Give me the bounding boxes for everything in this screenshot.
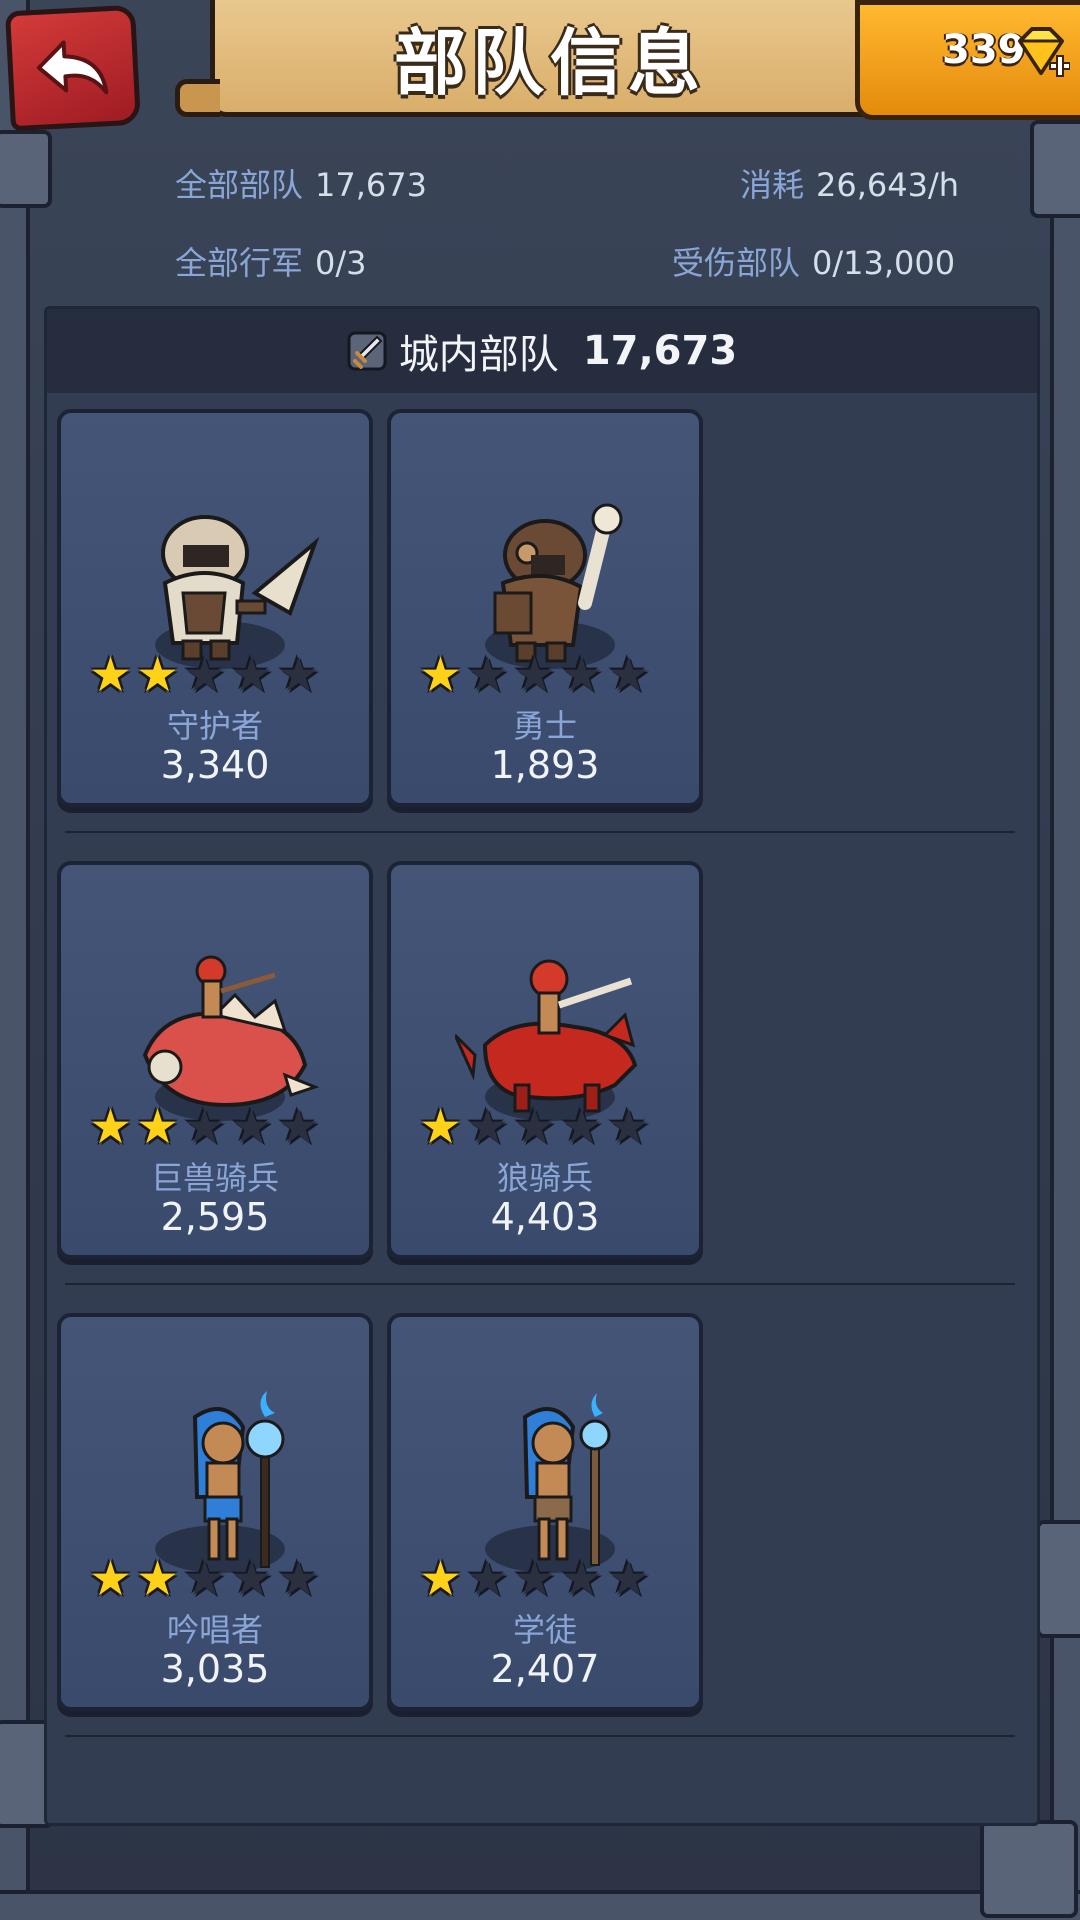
stat-label: 消耗 (740, 166, 805, 204)
stat-value: 26,643/h (816, 166, 960, 204)
star-filled-icon: ★ (89, 1099, 133, 1155)
star-empty-icon: ★ (466, 647, 510, 703)
star-empty-icon: ★ (607, 1099, 651, 1155)
gem-counter[interactable]: 339 (855, 0, 1080, 120)
star-filled-icon: ★ (419, 647, 463, 703)
frame-edge-left (0, 0, 30, 1920)
panel-count: 17,673 (582, 328, 738, 374)
unit-card-guardian[interactable]: ★ ★ ★ ★ ★ 守护者 3,340 (57, 409, 373, 807)
star-empty-icon: ★ (513, 1551, 557, 1607)
unit-name: 守护者 (166, 707, 263, 745)
frame-rock (0, 130, 52, 208)
unit-card-apprentice[interactable]: ★ ★ ★ ★ ★ 学徒 2,407 (387, 1313, 703, 1711)
title-banner: 部队信息 (175, 0, 925, 117)
star-empty-icon: ★ (513, 1099, 557, 1155)
star-rating: ★ ★ ★ ★ ★ (419, 1103, 650, 1151)
star-rating: ★ ★ ★ ★ ★ (419, 651, 650, 699)
unit-card-beast-rider[interactable]: ★ ★ ★ ★ ★ 巨兽骑兵 2,595 (57, 861, 373, 1259)
back-arrow-icon (36, 40, 109, 95)
back-button[interactable] (4, 4, 142, 132)
unit-name: 学徒 (512, 1611, 577, 1649)
unit-name: 狼骑兵 (496, 1159, 593, 1197)
stat-marches: 全部行军 0/3 (175, 238, 367, 284)
stat-value: 17,673 (315, 166, 427, 204)
unit-card-warrior[interactable]: ★ ★ ★ ★ ★ 勇士 1,893 (387, 409, 703, 807)
stat-total-troops: 全部部队 17,673 (175, 160, 427, 206)
unit-count: 2,407 (490, 1647, 600, 1691)
star-rating: ★ ★ ★ ★ ★ (89, 1555, 320, 1603)
unit-count: 1,893 (490, 743, 600, 787)
panel-title: 城内部队 (398, 332, 559, 378)
frame-edge-bottom (0, 1890, 1080, 1920)
star-empty-icon: ★ (513, 647, 557, 703)
unit-card-chanter[interactable]: ★ ★ ★ ★ ★ 吟唱者 3,035 (57, 1313, 373, 1711)
star-empty-icon: ★ (277, 1099, 321, 1155)
panel-header: 城内部队 17,673 (47, 309, 1037, 393)
row-divider (65, 1735, 1015, 1737)
unit-count: 3,035 (160, 1647, 270, 1691)
star-empty-icon: ★ (183, 1551, 227, 1607)
sword-icon (347, 331, 387, 371)
stat-value: 0/3 (315, 244, 367, 282)
star-empty-icon: ★ (277, 1551, 321, 1607)
frame-rock (1036, 1520, 1080, 1638)
star-empty-icon: ★ (560, 1099, 604, 1155)
unit-name: 吟唱者 (166, 1611, 263, 1649)
star-empty-icon: ★ (466, 1551, 510, 1607)
star-filled-icon: ★ (136, 1099, 180, 1155)
star-rating: ★ ★ ★ ★ ★ (89, 651, 320, 699)
star-empty-icon: ★ (183, 1099, 227, 1155)
star-empty-icon: ★ (560, 647, 604, 703)
star-rating: ★ ★ ★ ★ ★ (419, 1555, 650, 1603)
star-filled-icon: ★ (89, 647, 133, 703)
star-empty-icon: ★ (230, 1551, 274, 1607)
unit-name: 巨兽骑兵 (150, 1159, 279, 1197)
star-filled-icon: ★ (136, 1551, 180, 1607)
star-empty-icon: ★ (607, 647, 651, 703)
page-title: 部队信息 (393, 20, 706, 105)
unit-count: 4,403 (490, 1195, 600, 1239)
star-filled-icon: ★ (136, 647, 180, 703)
unit-count: 2,595 (160, 1195, 270, 1239)
row-divider (65, 1283, 1015, 1285)
star-empty-icon: ★ (466, 1099, 510, 1155)
star-filled-icon: ★ (419, 1099, 463, 1155)
row-divider (65, 831, 1015, 833)
stat-label: 受伤部队 (672, 244, 801, 282)
unit-name: 勇士 (512, 707, 577, 745)
stat-label: 全部行军 (175, 244, 304, 282)
star-empty-icon: ★ (277, 647, 321, 703)
star-empty-icon: ★ (560, 1551, 604, 1607)
star-filled-icon: ★ (419, 1551, 463, 1607)
star-rating: ★ ★ ★ ★ ★ (89, 1103, 320, 1151)
stat-wounded: 受伤部队 0/13,000 (672, 238, 955, 284)
diamond-plus-icon (1018, 27, 1070, 77)
unit-card-wolf-rider[interactable]: ★ ★ ★ ★ ★ 狼骑兵 4,403 (387, 861, 703, 1259)
frame-rock (980, 1820, 1078, 1918)
star-empty-icon: ★ (230, 1099, 274, 1155)
troops-panel: 城内部队 17,673 ★ ★ ★ ★ ★ 守护者 3,340 ★ ★ ★ ★ … (44, 306, 1040, 1826)
star-filled-icon: ★ (89, 1551, 133, 1607)
stat-value: 0/13,000 (812, 244, 956, 282)
frame-rock (1030, 120, 1080, 218)
star-empty-icon: ★ (607, 1551, 651, 1607)
stat-label: 全部部队 (175, 166, 304, 204)
star-empty-icon: ★ (183, 647, 227, 703)
stat-upkeep: 消耗 26,643/h (740, 160, 959, 206)
unit-count: 3,340 (160, 743, 270, 787)
star-empty-icon: ★ (230, 647, 274, 703)
